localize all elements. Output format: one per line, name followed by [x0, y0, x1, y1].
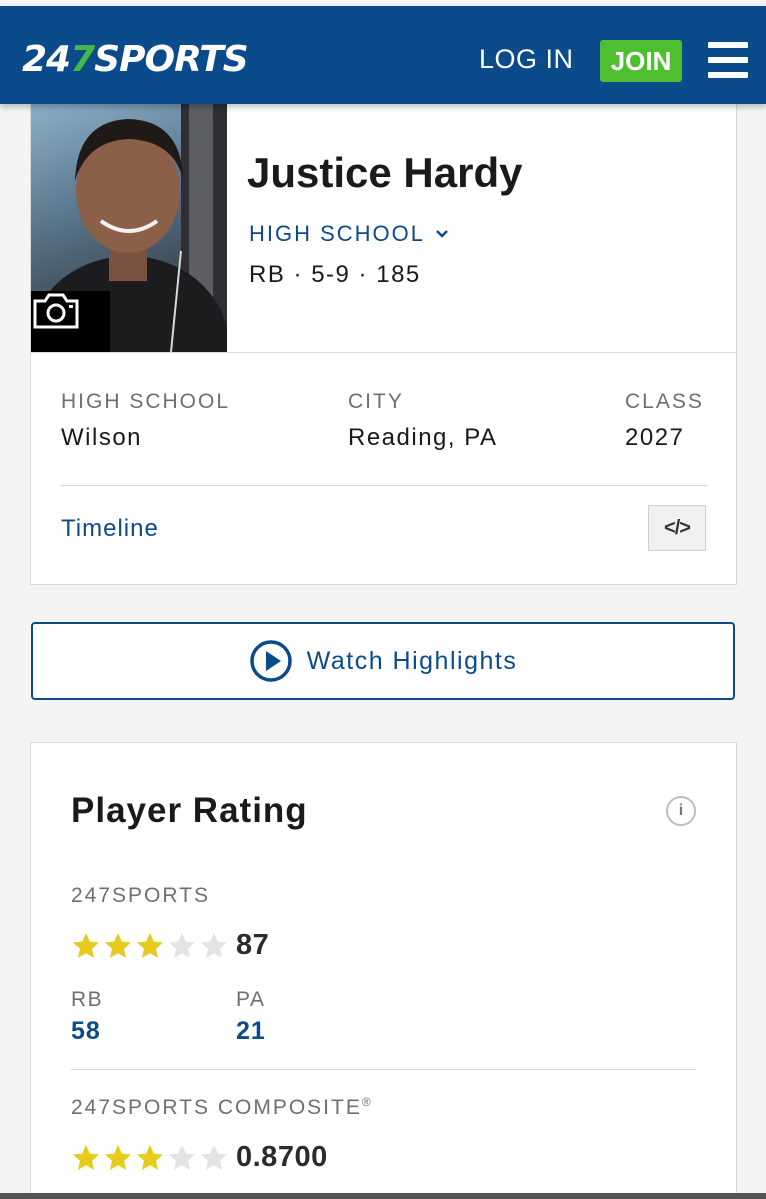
bottom-edge [0, 1193, 766, 1199]
state-rank-label: PA [236, 988, 266, 1011]
star-filled-icon [73, 933, 99, 958]
247sports-rating-label: 247SPORTS [71, 884, 211, 907]
player-profile-card: Justice Hardy HIGH SCHOOL RB · 5-9 · 185… [30, 100, 737, 585]
login-link[interactable]: LOG IN [479, 44, 574, 75]
timeline-link[interactable]: Timeline [61, 515, 159, 543]
star-filled-icon [105, 1145, 131, 1170]
divider [31, 352, 736, 353]
player-position: RB [249, 261, 286, 288]
star-empty-icon [201, 1145, 227, 1170]
separator-dot: · [293, 261, 312, 288]
site-logo[interactable]: 24 7 SPORTS [22, 34, 249, 84]
logo-seven: 7 [70, 38, 95, 80]
player-metrics: RB · 5-9 · 185 [249, 261, 421, 289]
camera-icon[interactable] [31, 291, 110, 352]
class-label: CLASS [625, 390, 704, 413]
position-rank-label: RB [71, 988, 104, 1011]
city-label: CITY [348, 390, 404, 413]
info-icon[interactable]: i [666, 796, 696, 826]
level-label: HIGH SCHOOL [249, 221, 426, 246]
divider [71, 1069, 696, 1070]
star-rating [71, 931, 229, 961]
player-rating-card: Player Rating i 247SPORTS 87 RB 58 PA 21… [30, 742, 737, 1199]
logo-prefix: 24 [22, 38, 71, 80]
star-empty-icon [201, 933, 227, 958]
high-school-value: Wilson [61, 424, 143, 451]
site-header: 24 7 SPORTS LOG IN JOIN [0, 6, 766, 104]
star-filled-icon [105, 933, 131, 958]
divider [61, 485, 707, 486]
watch-highlights-label: Watch Highlights [306, 646, 518, 675]
composite-star-rating [71, 1143, 229, 1173]
player-name: Justice Hardy [247, 149, 523, 196]
separator-dot: · [358, 261, 377, 288]
composite-score: 0.8700 [236, 1141, 328, 1173]
high-school-label: HIGH SCHOOL [61, 390, 231, 413]
class-value: 2027 [625, 424, 685, 451]
join-button[interactable]: JOIN [600, 40, 682, 82]
player-rating-title: Player Rating [71, 791, 308, 830]
position-rank-value[interactable]: 58 [71, 1017, 101, 1046]
player-photo[interactable] [31, 101, 227, 352]
state-rank-value[interactable]: 21 [236, 1017, 266, 1046]
star-empty-icon [169, 1145, 195, 1170]
hamburger-menu-icon[interactable] [708, 42, 748, 78]
rating-score: 87 [236, 929, 270, 961]
chevron-down-icon [436, 230, 448, 238]
city-value: Reading, PA [348, 424, 498, 451]
composite-label-text: 247SPORTS COMPOSITE [71, 1096, 362, 1119]
star-filled-icon [73, 1145, 99, 1170]
star-filled-icon [137, 1145, 163, 1170]
composite-rating-label: 247SPORTS COMPOSITE® [71, 1095, 373, 1120]
embed-code-icon: </> [664, 516, 691, 539]
embed-code-button[interactable]: </> [648, 505, 706, 551]
star-filled-icon [137, 933, 163, 958]
logo-suffix: SPORTS [94, 38, 249, 80]
player-height: 5-9 [311, 261, 351, 288]
watch-highlights-button[interactable]: Watch Highlights [31, 622, 735, 700]
star-empty-icon [169, 933, 195, 958]
level-selector[interactable]: HIGH SCHOOL [249, 221, 449, 247]
player-weight: 185 [376, 261, 421, 288]
registered-mark: ® [361, 1095, 373, 1109]
play-circle-icon [249, 640, 292, 682]
